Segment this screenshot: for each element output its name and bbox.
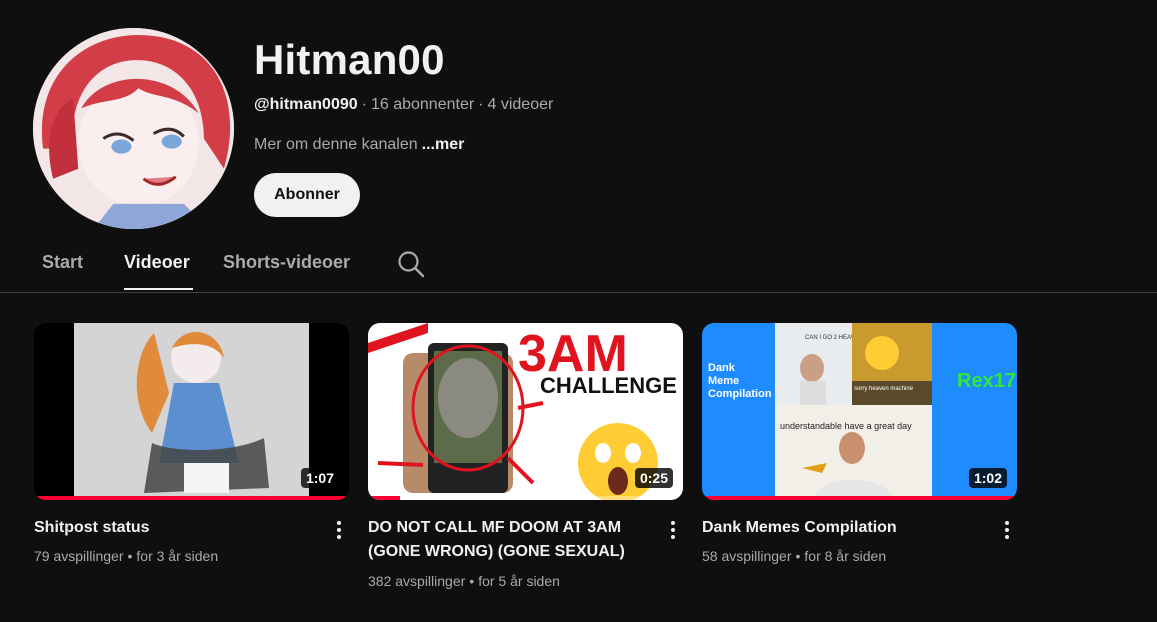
channel-tabs: Start Videoer Shorts-videoer: [0, 240, 1157, 293]
more-actions-icon[interactable]: [664, 519, 682, 541]
video-title[interactable]: Shitpost status: [34, 516, 314, 540]
watch-progress-track: [702, 496, 1017, 500]
video-duration: 0:25: [634, 468, 673, 488]
active-tab-indicator: [124, 288, 193, 290]
more-actions-icon[interactable]: [330, 519, 348, 541]
avatar-anime-redhead-icon: [33, 28, 234, 229]
thumb-dank-line-2: Meme: [708, 375, 739, 387]
video-thumbnail[interactable]: 1:07: [34, 323, 349, 500]
video-meta: 382 avspillinger • for 5 år siden: [368, 573, 560, 589]
tab-videos[interactable]: Videoer: [124, 252, 190, 273]
video-duration: 1:07: [300, 468, 339, 488]
separator-dot: •: [795, 548, 801, 564]
watch-progress-fill: [34, 496, 349, 500]
subscriber-count: 16 abonnenter: [370, 96, 475, 113]
video-duration: 1:02: [968, 468, 1007, 488]
separator-dot: ·: [361, 96, 367, 113]
video-meta: 58 avspillinger • for 8 år siden: [702, 548, 886, 564]
video-title[interactable]: Dank Memes Compilation: [702, 516, 982, 540]
video-card[interactable]: 3AM CHALLENGE 0:25 DO NOT CALL MF DOOM A…: [368, 323, 683, 589]
subscribe-button[interactable]: Abonner: [254, 173, 360, 217]
search-icon[interactable]: [396, 249, 426, 279]
channel-about[interactable]: Mer om denne kanalen ...mer: [254, 136, 464, 154]
thumb-dank-line-3: Compilation: [708, 388, 772, 400]
thumb-dank-line-1: Dank: [708, 362, 736, 374]
watch-progress-track: [368, 496, 683, 500]
video-title[interactable]: DO NOT CALL MF DOOM AT 3AM (GONE WRONG) …: [368, 516, 648, 564]
more-actions-icon[interactable]: [998, 519, 1016, 541]
video-meta: 79 avspillinger • for 3 år siden: [34, 548, 218, 564]
video-thumbnail[interactable]: 3AM CHALLENGE 0:25: [368, 323, 683, 500]
upload-age: for 8 år siden: [804, 548, 887, 564]
channel-handle: @hitman0090: [254, 96, 358, 113]
upload-age: for 5 år siden: [478, 573, 560, 589]
channel-meta: @hitman0090 · 16 abonnenter · 4 videoer: [254, 96, 553, 114]
view-count: 79 avspillinger: [34, 548, 124, 564]
thumb-meme2-text: sorry heaven machine: [854, 386, 914, 392]
tab-start[interactable]: Start: [42, 252, 83, 273]
channel-avatar: [33, 28, 234, 229]
video-card[interactable]: Dank Meme Compilation Rex17 CAN I GO 2 H…: [702, 323, 1017, 564]
separator-dot: •: [469, 573, 475, 589]
watch-progress-track: [34, 496, 349, 500]
video-thumbnail[interactable]: Dank Meme Compilation Rex17 CAN I GO 2 H…: [702, 323, 1017, 500]
thumb-rex-text: Rex17: [957, 370, 1016, 392]
about-text: Mer om denne kanalen: [254, 136, 418, 153]
tab-shorts[interactable]: Shorts-videoer: [223, 252, 350, 273]
separator-dot: •: [127, 548, 133, 564]
watch-progress-fill: [702, 496, 1017, 500]
video-count: 4 videoer: [487, 96, 554, 113]
view-count: 382 avspillinger: [368, 573, 466, 589]
channel-name: Hitman00: [254, 36, 445, 83]
separator-dot: ·: [478, 96, 484, 113]
video-card[interactable]: 1:07 Shitpost status 79 avspillinger • for…: [34, 323, 349, 564]
watch-progress-fill: [368, 496, 400, 500]
thumb-challenge-text: CHALLENGE: [540, 373, 677, 398]
view-count: 58 avspillinger: [702, 548, 792, 564]
upload-age: for 3 år siden: [136, 548, 219, 564]
more-link[interactable]: ...mer: [422, 136, 465, 153]
thumb-meme3-text: understandable have a great day: [780, 421, 912, 431]
